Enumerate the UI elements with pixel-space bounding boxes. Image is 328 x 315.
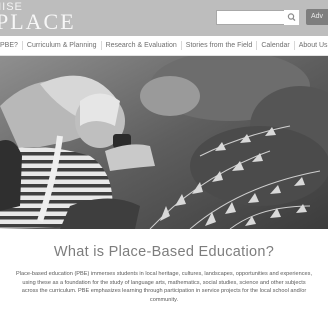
search-icon — [287, 13, 296, 22]
login-button[interactable]: Adv — [306, 9, 328, 25]
page-heading: What is Place-Based Education? — [53, 244, 275, 260]
nav-item-stories-from-the-field[interactable]: Stories from the Field — [182, 41, 258, 50]
nav-item-research-evaluation[interactable]: Research & Evaluation — [102, 41, 182, 50]
search-button[interactable] — [284, 10, 299, 25]
hero-photo-child-with-binoculars — [0, 56, 328, 229]
site-header: MISE PLACE Adv — [0, 0, 328, 36]
search-input[interactable] — [216, 10, 285, 25]
nav-item-about-us[interactable]: About Us — [295, 41, 328, 50]
nav-item-what-is-pbe[interactable]: PBE? — [0, 41, 23, 50]
hero-image — [0, 56, 328, 229]
nav-item-calendar[interactable]: Calendar — [257, 41, 295, 50]
intro-paragraph: Place-based education (PBE) immerses stu… — [15, 271, 312, 304]
main-nav: PBE? Curriculum & Planning Research & Ev… — [0, 36, 328, 56]
nav-item-curriculum-planning[interactable]: Curriculum & Planning — [23, 41, 102, 50]
logo-line-2: PLACE — [0, 9, 76, 34]
